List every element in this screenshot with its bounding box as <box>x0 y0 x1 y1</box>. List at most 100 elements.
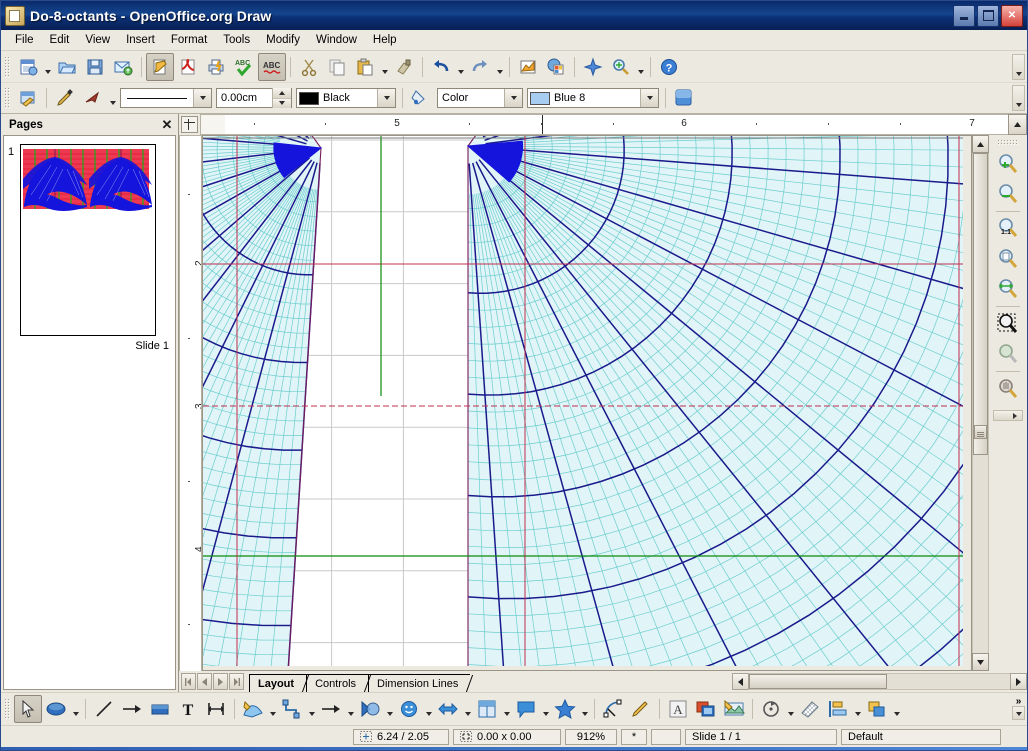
line-color-combo[interactable]: Black <box>296 88 396 108</box>
close-button[interactable]: ✕ <box>1001 4 1023 27</box>
undo-dropdown-icon[interactable] <box>455 54 466 80</box>
layer-tab-controls[interactable]: Controls <box>306 674 372 692</box>
ellipse-tool-button[interactable] <box>42 695 70 723</box>
line-width-increase[interactable] <box>273 88 291 99</box>
fontwork-tool-button[interactable]: A <box>664 695 692 723</box>
split-view-grip[interactable] <box>974 425 987 439</box>
toolbar-grip[interactable] <box>4 87 11 109</box>
vertical-ruler[interactable]: 2 3 4 <box>179 135 202 671</box>
text-tool-button[interactable]: T <box>174 695 202 723</box>
callouts-dropdown-icon[interactable] <box>540 696 551 722</box>
vertical-scroll-track[interactable] <box>972 153 989 653</box>
gallery-tool-button[interactable] <box>720 695 748 723</box>
callouts-tool-button[interactable] <box>512 695 540 723</box>
zoom-100-icon[interactable]: 1:1 <box>993 214 1023 244</box>
edit-file-button[interactable] <box>146 52 174 81</box>
rectangle-tool-button[interactable] <box>146 695 174 723</box>
restore-button[interactable] <box>977 4 999 27</box>
symbol-shapes-dropdown-icon[interactable] <box>423 696 434 722</box>
zoom-page-icon[interactable] <box>993 244 1023 274</box>
line-style-combo[interactable] <box>120 88 212 108</box>
scroll-down-arrow[interactable] <box>972 653 989 671</box>
menu-format[interactable]: Format <box>163 32 215 48</box>
edit-points-tool-button[interactable] <box>599 695 627 723</box>
hand-pan-icon[interactable] <box>993 374 1023 404</box>
paste-button[interactable] <box>351 53 379 81</box>
arrow-style-button[interactable] <box>79 84 107 112</box>
scroll-up-arrow[interactable] <box>972 135 989 153</box>
block-arrows-tool-button[interactable] <box>434 695 462 723</box>
vertical-scrollbar[interactable] <box>972 135 989 671</box>
new-document-button[interactable] <box>14 53 42 81</box>
zoom-object-icon[interactable] <box>993 309 1023 339</box>
menu-window[interactable]: Window <box>308 32 365 48</box>
line-style-dropdown-icon[interactable] <box>193 89 211 107</box>
menu-edit[interactable]: Edit <box>42 32 78 48</box>
save-document-button[interactable] <box>81 53 109 81</box>
ruler-corner[interactable] <box>179 114 200 135</box>
export-pdf-button[interactable] <box>174 53 202 81</box>
scroll-left-arrow[interactable] <box>731 673 749 690</box>
alignment-dropdown-icon[interactable] <box>852 696 863 722</box>
scroll-right-arrow[interactable] <box>1010 673 1028 690</box>
insert-image-button[interactable] <box>692 695 720 723</box>
pages-list[interactable]: 1 Slide 1 <box>3 135 176 690</box>
fill-type-dropdown-icon[interactable] <box>504 89 522 107</box>
fill-type-combo[interactable]: Color <box>437 88 523 108</box>
paste-dropdown-icon[interactable] <box>379 54 390 80</box>
last-page-button[interactable] <box>229 673 244 690</box>
connector-tool-button[interactable] <box>278 695 306 723</box>
vertical-scroll-thumb[interactable] <box>973 153 988 455</box>
drawing-toolbar-more-button[interactable] <box>1012 706 1025 720</box>
zoom-dropdown-icon[interactable] <box>635 54 646 80</box>
menu-insert[interactable]: Insert <box>118 32 163 48</box>
send-email-button[interactable] <box>109 53 137 81</box>
line-fill-toolbar-more-button[interactable] <box>1012 85 1025 111</box>
menu-tools[interactable]: Tools <box>215 32 258 48</box>
alignment-tool-button[interactable] <box>824 695 852 723</box>
zoom-field[interactable]: 912% <box>565 728 617 745</box>
insert-spreadsheet-button[interactable] <box>542 53 570 81</box>
line-properties-button[interactable] <box>14 84 42 112</box>
new-document-dropdown-icon[interactable] <box>42 54 53 80</box>
clone-formatting-button[interactable] <box>390 53 418 81</box>
pen-style-button[interactable] <box>51 84 79 112</box>
drawbar-overflow-label[interactable]: » <box>1016 697 1022 707</box>
print-file-button[interactable] <box>202 53 230 81</box>
arrow-line-tool-button[interactable] <box>118 695 146 723</box>
flowchart-tool-button[interactable] <box>473 695 501 723</box>
cut-button[interactable] <box>295 53 323 81</box>
toolbar-grip[interactable] <box>4 698 11 720</box>
standard-toolbar-more-button[interactable] <box>1012 53 1025 80</box>
layer-tab-layout[interactable]: Layout <box>249 674 310 692</box>
block-arrows-dropdown-icon[interactable] <box>462 696 473 722</box>
line-width-spinner[interactable]: 0.00cm <box>216 88 292 108</box>
basic-shapes-dropdown-icon[interactable] <box>384 696 395 722</box>
fill-color-combo[interactable]: Blue 8 <box>527 88 659 108</box>
stars-dropdown-icon[interactable] <box>579 696 590 722</box>
undo-button[interactable] <box>427 53 455 81</box>
fill-color-dropdown-icon[interactable] <box>640 89 658 107</box>
zoom-toolbar-more-button[interactable] <box>993 410 1023 421</box>
help-button[interactable]: ? <box>655 53 683 81</box>
zoom-in-icon[interactable] <box>993 149 1023 179</box>
toolbar-grip[interactable] <box>997 139 1019 146</box>
curve-dropdown-icon[interactable] <box>267 696 278 722</box>
menu-file[interactable]: File <box>7 32 42 48</box>
select-tool-button[interactable] <box>14 695 42 723</box>
copy-button[interactable] <box>323 53 351 81</box>
dimension-line-tool-button[interactable] <box>202 695 230 723</box>
redo-dropdown-icon[interactable] <box>494 54 505 80</box>
close-icon[interactable]: ✕ <box>160 118 174 132</box>
shadow-button[interactable] <box>670 84 698 112</box>
basic-shapes-tool-button[interactable] <box>356 695 384 723</box>
line-width-decrease[interactable] <box>273 98 291 108</box>
redo-button[interactable] <box>466 53 494 81</box>
autospellcheck-button[interactable]: ABC <box>258 52 286 81</box>
transparency-tool-button[interactable] <box>796 695 824 723</box>
slide-item[interactable]: 1 <box>4 136 175 336</box>
spelling-button[interactable]: ABC <box>230 53 258 81</box>
zoom-out-icon[interactable] <box>993 179 1023 209</box>
zoom-width-icon[interactable] <box>993 274 1023 304</box>
lines-arrows-tool-button[interactable] <box>317 695 345 723</box>
